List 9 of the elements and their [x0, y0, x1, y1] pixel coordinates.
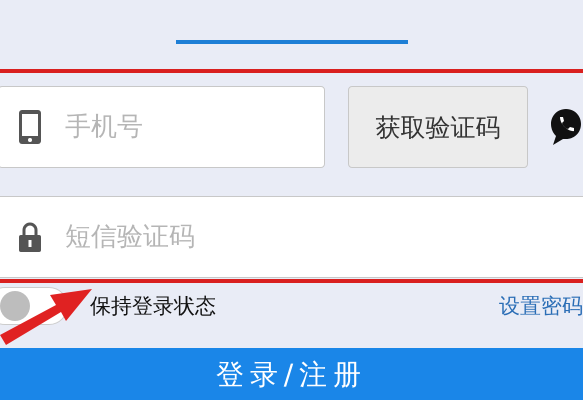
get-code-button[interactable]: 获取验证码 — [348, 86, 528, 168]
keep-login-label: 保持登录状态 — [90, 293, 216, 320]
phone-field[interactable]: 手机号 — [0, 86, 325, 168]
sms-code-field[interactable]: 短信验证码 — [0, 196, 583, 278]
set-password-link[interactable]: 设置密码 — [499, 292, 583, 320]
login-register-button[interactable]: 登录/注册 — [0, 348, 583, 400]
lock-icon — [18, 221, 42, 253]
phone-icon — [18, 109, 42, 145]
phone-chat-icon[interactable] — [549, 107, 583, 147]
